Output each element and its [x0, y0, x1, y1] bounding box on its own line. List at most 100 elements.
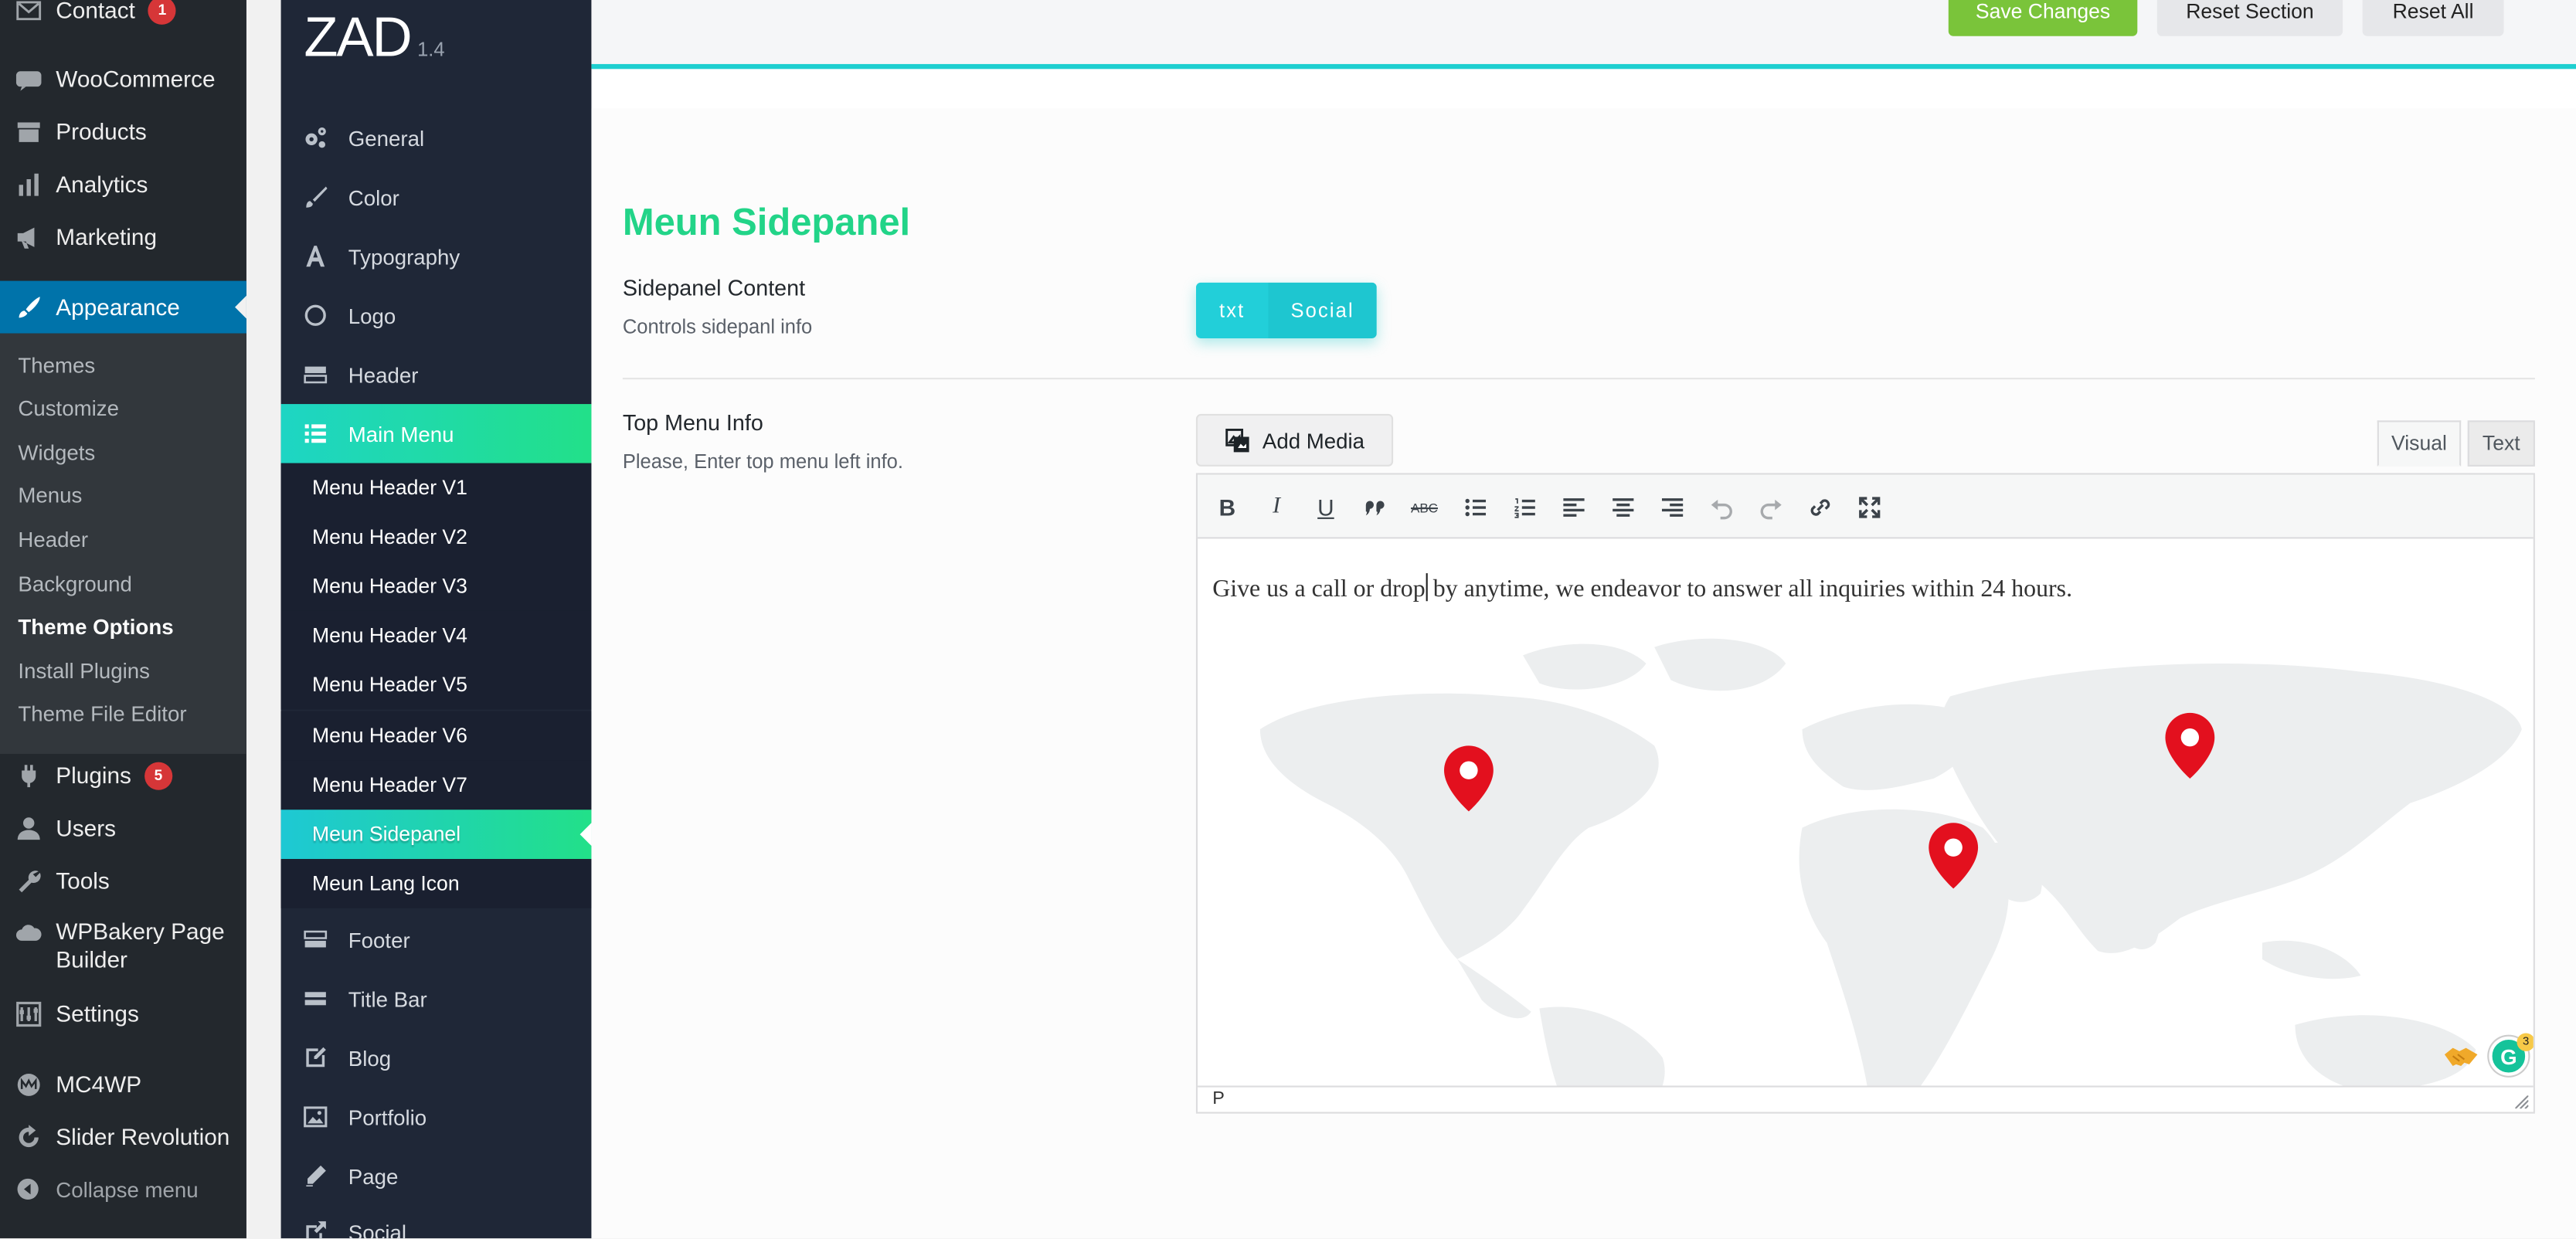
woo-icon: [0, 65, 56, 93]
submenu-themes[interactable]: Themes: [18, 351, 95, 381]
wp-menu-label: Contact: [56, 0, 135, 22]
options-tab-footer[interactable]: Footer: [281, 910, 592, 969]
megaphone-icon: [0, 222, 56, 250]
wp-menu-products[interactable]: Products: [0, 105, 246, 158]
pencil-icon: [281, 1163, 348, 1189]
submenu-theme-file-editor[interactable]: Theme File Editor: [18, 700, 186, 729]
insert-link-button[interactable]: [1804, 491, 1837, 524]
editor-content-area[interactable]: Give us a call or drop by anytime, we en…: [1198, 541, 2534, 1086]
reset-section-button[interactable]: Reset Section: [2156, 0, 2343, 36]
theme-logo: ZAD 1.4: [304, 7, 444, 71]
wp-menu-contact[interactable]: Contact 1: [0, 0, 246, 36]
align-right-button[interactable]: [1656, 491, 1689, 524]
settings-sliders-icon: [0, 1000, 56, 1027]
element-path[interactable]: P: [1212, 1089, 1225, 1109]
editor-text-before-caret: Give us a call or drop: [1212, 576, 1426, 603]
options-tab-title-bar[interactable]: Title Bar: [281, 969, 592, 1029]
submenu-background[interactable]: Background: [18, 570, 132, 599]
paintbrush-icon: [0, 294, 56, 321]
fullscreen-button[interactable]: [1853, 491, 1886, 524]
reset-all-button[interactable]: Reset All: [2362, 0, 2504, 36]
options-tab-color[interactable]: Color: [281, 168, 592, 227]
options-tab-header[interactable]: Header: [281, 345, 592, 405]
align-center-button[interactable]: [1607, 491, 1640, 524]
options-sub-menu-header-v1[interactable]: Menu Header V1: [280, 463, 592, 513]
submenu-menus[interactable]: Menus: [18, 481, 82, 511]
options-sub-menu-header-v4[interactable]: Menu Header V4: [280, 610, 592, 660]
submenu-header[interactable]: Header: [18, 525, 88, 555]
collapse-menu-label: Collapse menu: [56, 1176, 199, 1202]
submenu-install-plugins[interactable]: Install Plugins: [18, 657, 150, 687]
link-icon: [1810, 499, 1830, 516]
image-icon: [281, 1104, 348, 1130]
blockquote-button[interactable]: [1358, 491, 1392, 524]
notification-badge: 5: [144, 761, 173, 789]
wp-menu-users[interactable]: Users: [0, 802, 246, 854]
options-tab-main-menu[interactable]: Main Menu: [280, 404, 592, 463]
brush-icon: [281, 184, 348, 210]
archive-icon: [0, 117, 56, 145]
wp-menu-settings[interactable]: Settings: [0, 987, 246, 1040]
options-tab-typography[interactable]: Typography: [281, 226, 592, 286]
options-tab-logo[interactable]: Logo: [281, 286, 592, 345]
main-content: Save Changes Reset Section Reset All Meu…: [591, 0, 2576, 1239]
italic-button[interactable]: I: [1260, 491, 1293, 524]
options-sub-meun-lang-icon[interactable]: Meun Lang Icon: [280, 859, 592, 908]
options-tab-page[interactable]: Page: [281, 1146, 592, 1206]
options-sub-menu-header-v3[interactable]: Menu Header V3: [280, 562, 592, 611]
underline-button[interactable]: U: [1310, 491, 1343, 524]
plug-icon: [0, 762, 56, 789]
grammarly-count-badge: 3: [2517, 1033, 2534, 1051]
options-sub-menu-header-v5[interactable]: Menu Header V5: [280, 660, 592, 710]
option-txt-button[interactable]: txt: [1195, 282, 1269, 339]
tab-text[interactable]: Text: [2467, 420, 2535, 467]
strikethrough-button[interactable]: ABC: [1408, 491, 1441, 524]
bold-button[interactable]: B: [1211, 491, 1244, 524]
options-sub-menu-header-v7[interactable]: Menu Header V7: [280, 760, 592, 810]
wp-menu-appearance[interactable]: Appearance: [0, 280, 246, 334]
submenu-customize[interactable]: Customize: [18, 394, 119, 423]
options-tab-label: Social: [348, 1219, 407, 1239]
field-divider: [622, 378, 2535, 380]
quote-icon: [1365, 501, 1385, 516]
options-tab-portfolio[interactable]: Portfolio: [281, 1088, 592, 1147]
wp-menu-slider-revolution[interactable]: Slider Revolution: [0, 1110, 246, 1163]
wp-menu-mc4wp[interactable]: MC4WP: [0, 1057, 246, 1110]
editor-text[interactable]: Give us a call or drop by anytime, we en…: [1212, 573, 2072, 604]
wp-menu-label: Appearance: [56, 293, 180, 320]
add-media-icon: [1226, 427, 1250, 452]
wp-menu-label: Analytics: [56, 170, 148, 197]
save-changes-button[interactable]: Save Changes: [1948, 0, 2138, 36]
redo-button[interactable]: [1755, 491, 1788, 524]
align-left-icon: [1563, 498, 1585, 517]
tab-visual[interactable]: Visual: [2377, 420, 2462, 467]
options-tab-social[interactable]: Social: [281, 1202, 592, 1239]
collapse-menu-button[interactable]: Collapse menu: [0, 1166, 246, 1213]
resize-handle-icon[interactable]: [2515, 1095, 2529, 1109]
options-tab-blog[interactable]: Blog: [281, 1028, 592, 1088]
undo-button[interactable]: [1705, 491, 1738, 524]
options-sub-meun-sidepanel[interactable]: Meun Sidepanel: [280, 810, 592, 860]
align-left-button[interactable]: [1558, 491, 1591, 524]
options-sub-menu-header-v2[interactable]: Menu Header V2: [280, 512, 592, 562]
wp-menu-label: Users: [56, 813, 117, 840]
theme-name: ZAD: [304, 6, 412, 70]
numbered-list-button[interactable]: [1508, 491, 1541, 524]
submenu-widgets[interactable]: Widgets: [18, 439, 95, 468]
options-sub-menu-header-v6[interactable]: Menu Header V6: [280, 711, 592, 761]
wp-menu-plugins[interactable]: Plugins 5: [0, 749, 246, 802]
wp-menu-wpbakery[interactable]: WPBakery Page Builder: [0, 918, 246, 978]
submenu-theme-options[interactable]: Theme Options: [18, 613, 173, 642]
add-media-button[interactable]: Add Media: [1195, 413, 1394, 467]
wp-menu-marketing[interactable]: Marketing: [0, 210, 246, 263]
options-tab-general[interactable]: General: [281, 108, 592, 168]
wp-menu-analytics[interactable]: Analytics: [0, 158, 246, 210]
app-root: Contact 1 WooCommerce Products Analytics…: [0, 0, 2576, 1239]
bullet-list-button[interactable]: [1459, 491, 1492, 524]
wp-menu-woocommerce[interactable]: WooCommerce: [0, 53, 246, 105]
wp-menu-tools[interactable]: Tools: [0, 854, 246, 907]
wp-menu-label: Plugins: [56, 761, 131, 788]
bar-chart-icon: [0, 170, 56, 198]
option-social-button[interactable]: Social: [1268, 282, 1377, 339]
rich-text-editor: B I U ABC Give us a call or drop by anyt…: [1195, 473, 2535, 1114]
